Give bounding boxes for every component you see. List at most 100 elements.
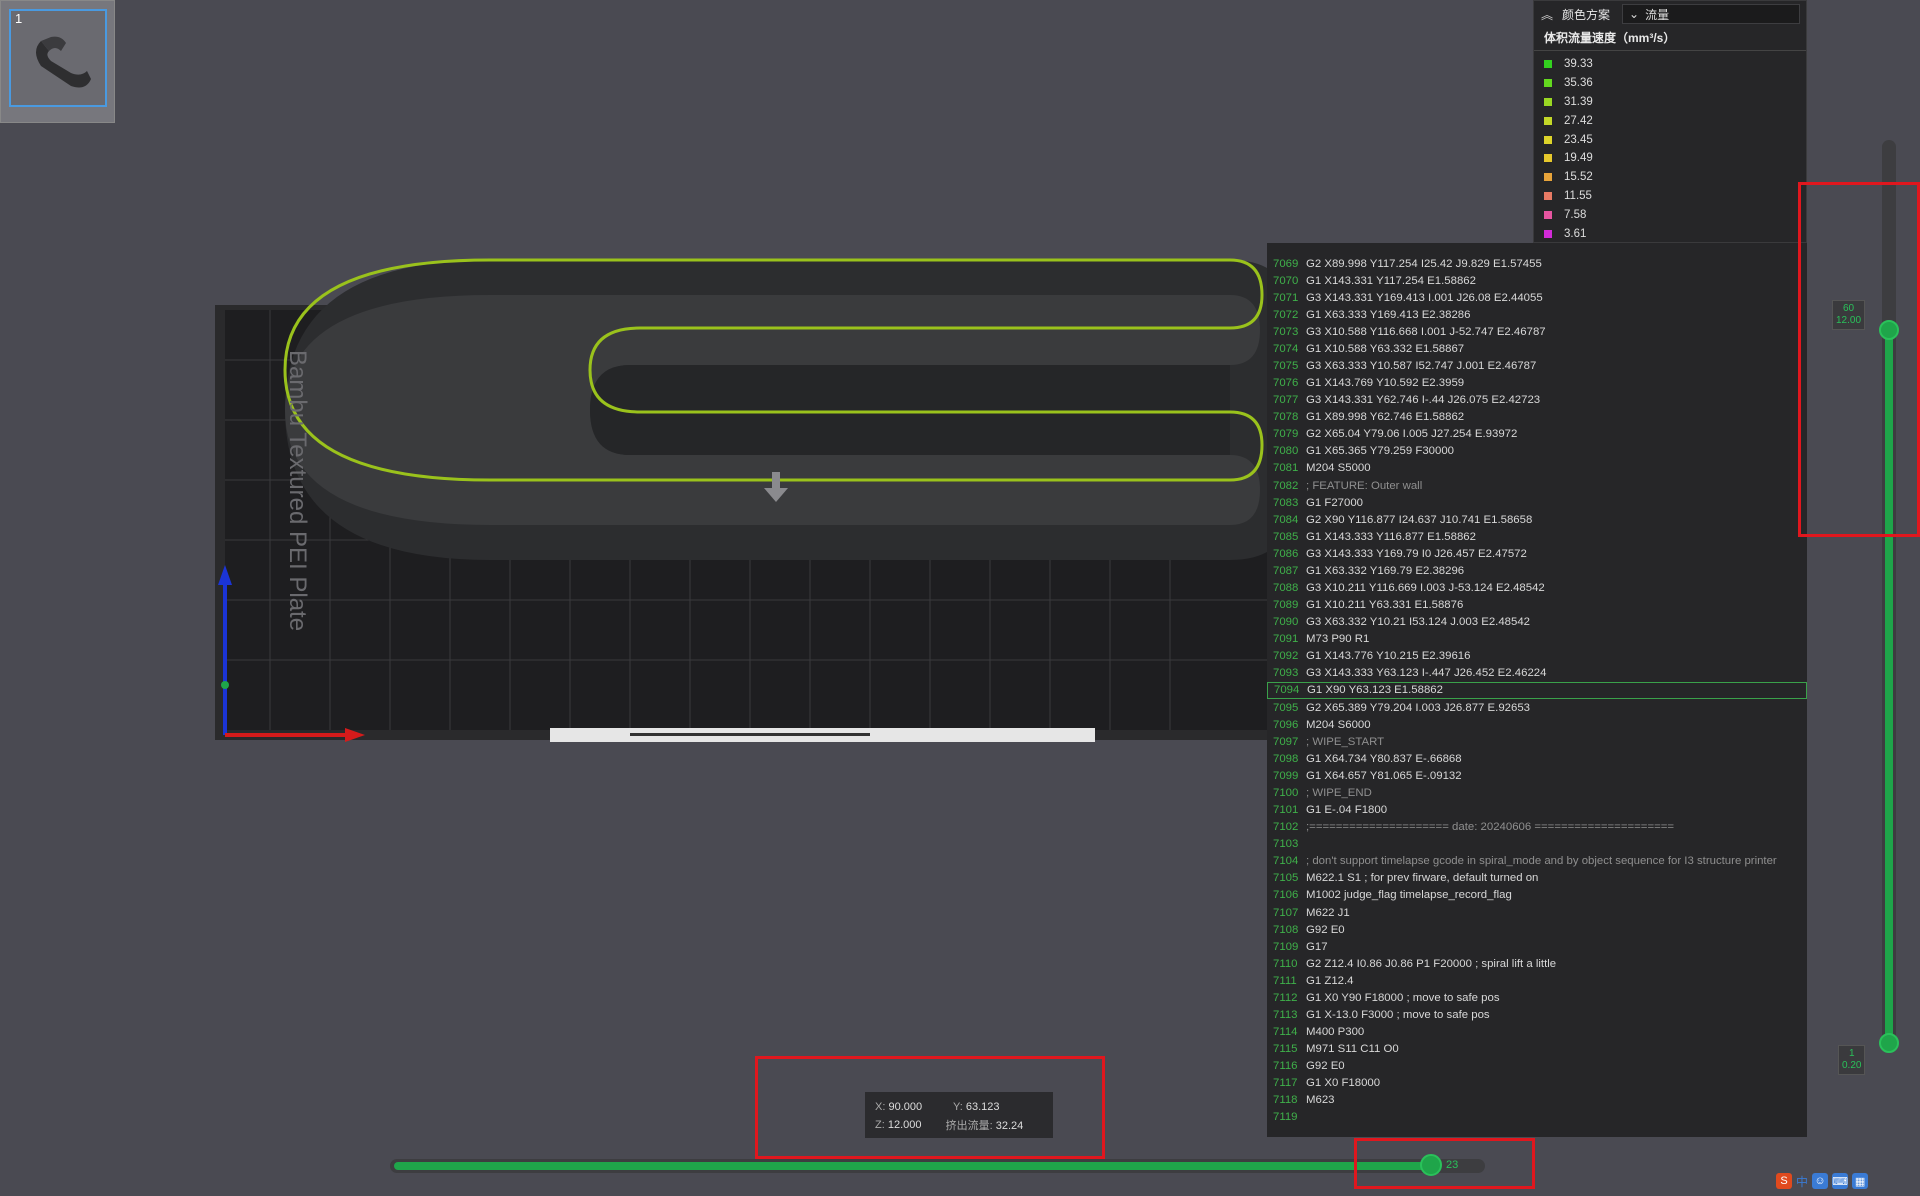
gcode-line[interactable]: 7112 G1 X0 Y90 F18000 ; move to safe pos xyxy=(1267,989,1807,1006)
emoji-icon[interactable]: ☺ xyxy=(1812,1173,1829,1189)
gcode-line-current[interactable]: 7094 G1 X90 Y63.123 E1.58862 xyxy=(1267,681,1807,700)
gcode-line[interactable]: 7085 G1 X143.333 Y116.877 E1.58862 xyxy=(1267,528,1807,545)
gcode-line[interactable]: 7102 ;===================== date: 2024060… xyxy=(1267,819,1807,836)
gcode-line[interactable]: 7114 M400 P300 xyxy=(1267,1024,1807,1041)
gcode-line-number: 7098 xyxy=(1273,752,1299,765)
gcode-line[interactable]: 7089 G1 X10.211 Y63.331 E1.58876 xyxy=(1267,597,1807,614)
gcode-viewer[interactable]: 7069 G2 X89.998 Y117.254 I25.42 J9.829 E1… xyxy=(1267,243,1807,1137)
ime-logo-icon[interactable]: S xyxy=(1776,1173,1792,1189)
gcode-line[interactable]: 7091 M73 P90 R1 xyxy=(1267,631,1807,648)
grid-icon[interactable]: ▦ xyxy=(1852,1173,1869,1189)
gcode-line[interactable]: 7075 G3 X63.333 Y10.587 I52.747 J.001 E2.… xyxy=(1267,357,1807,374)
gcode-line[interactable]: 7074 G1 X10.588 Y63.332 E1.58867 xyxy=(1267,340,1807,357)
gcode-line[interactable]: 7105 M622.1 S1 ; for prev firware, defaul… xyxy=(1267,870,1807,887)
gcode-line[interactable]: 7093 G3 X143.333 Y63.123 I-.447 J26.452 E… xyxy=(1267,665,1807,682)
gcode-line[interactable]: 7103 xyxy=(1267,836,1807,853)
gcode-line[interactable]: 7072 G1 X63.333 Y169.413 E2.38286 xyxy=(1267,306,1807,323)
gcode-line[interactable]: 7076 G1 X143.769 Y10.592 E2.3959 xyxy=(1267,375,1807,392)
gcode-line[interactable]: 7092 G1 X143.776 Y10.215 E2.39616 xyxy=(1267,648,1807,665)
gcode-line[interactable]: 7095 G2 X65.389 Y79.204 I.003 J26.877 E.9… xyxy=(1267,699,1807,716)
collapse-chevron-icon[interactable]: ︽ xyxy=(1540,6,1554,23)
gcode-line[interactable]: 7116 G92 E0 xyxy=(1267,1058,1807,1075)
gcode-line-text: G1 X65.365 Y79.259 F30000 xyxy=(1306,445,1454,458)
gcode-line[interactable]: 7071 G3 X143.331 Y169.413 I.001 J26.08 E2… xyxy=(1267,289,1807,306)
gcode-line-text: M623 xyxy=(1306,1094,1335,1107)
gcode-line[interactable]: 7078 G1 X89.998 Y62.746 E1.58862 xyxy=(1267,409,1807,426)
gcode-line[interactable]: 7081 M204 S5000 xyxy=(1267,460,1807,477)
gcode-line-number: 7084 xyxy=(1273,513,1299,526)
legend-swatch xyxy=(1544,173,1552,182)
gcode-line[interactable]: 7106 M1002 judge_flag timelapse_record_fl… xyxy=(1267,887,1807,904)
gcode-line[interactable]: 7115 M971 S11 C11 O0 xyxy=(1267,1041,1807,1058)
legend-value: 15.52 xyxy=(1564,171,1593,184)
gcode-line-number: 7083 xyxy=(1273,496,1299,509)
gcode-line-text: G1 X10.588 Y63.332 E1.58867 xyxy=(1306,342,1465,355)
gcode-line[interactable]: 7096 M204 S6000 xyxy=(1267,716,1807,733)
gcode-line[interactable]: 7118 M623 xyxy=(1267,1092,1807,1109)
gcode-line[interactable]: 7084 G2 X90 Y116.877 I24.637 J10.741 E1.5… xyxy=(1267,511,1807,528)
gcode-line-text: G92 E0 xyxy=(1306,1060,1345,1073)
color-scheme-select[interactable]: ⌄ 流量 xyxy=(1622,4,1800,24)
legend-item: 39.33 xyxy=(1544,55,1796,74)
gcode-line[interactable]: 7117 G1 X0 F18000 xyxy=(1267,1075,1807,1092)
legend-swatch xyxy=(1544,135,1552,144)
keyboard-icon[interactable]: ⌨ xyxy=(1832,1173,1849,1189)
chevron-down-icon: ⌄ xyxy=(1629,7,1640,21)
legend-panel: ︽ 颜色方案 ⌄ 流量 体积流量速度（mm³/s） 39.33 35.36 31.3… xyxy=(1533,0,1807,243)
gcode-line[interactable]: 7069 G2 X89.998 Y117.254 I25.42 J9.829 E1… xyxy=(1267,255,1807,272)
gcode-line-text: G1 X143.776 Y10.215 E2.39616 xyxy=(1306,650,1471,663)
gcode-line-text: M400 P300 xyxy=(1306,1026,1365,1039)
gcode-line-text: G3 X63.333 Y10.587 I52.747 J.001 E2.4678… xyxy=(1306,360,1537,372)
gcode-line[interactable]: 7108 G92 E0 xyxy=(1267,921,1807,938)
layer-slider-bottom-thumb[interactable] xyxy=(1879,1033,1899,1053)
gcode-line-text: G3 X143.331 Y169.413 I.001 J26.08 E2.440… xyxy=(1306,291,1543,304)
gcode-line[interactable]: 7073 G3 X10.588 Y116.668 I.001 J-52.747 E… xyxy=(1267,323,1807,340)
gcode-line[interactable]: 7119 xyxy=(1267,1109,1807,1126)
gcode-line[interactable]: 7101 G1 E-.04 F1800 xyxy=(1267,802,1807,819)
gcode-line[interactable]: 7097 ; WIPE_START xyxy=(1267,733,1807,750)
gcode-line-number: 7069 xyxy=(1273,257,1299,270)
gcode-line-number: 7112 xyxy=(1273,991,1298,1004)
gcode-line[interactable]: 7080 G1 X65.365 Y79.259 F30000 xyxy=(1267,443,1807,460)
layer-bottom-label: 1 0.20 xyxy=(1838,1045,1866,1075)
gcode-line[interactable]: 7099 G1 X64.657 Y81.065 E-.09132 xyxy=(1267,767,1807,784)
3d-viewport[interactable]: Bambu Textured PEI Plate xyxy=(210,240,1290,760)
gcode-line-text: M622.1 S1 ; for prev firware, default tu… xyxy=(1306,872,1539,885)
gcode-line[interactable]: 7086 G3 X143.333 Y169.79 I0 J26.457 E2.47… xyxy=(1267,545,1807,562)
gcode-line-number: 7077 xyxy=(1273,394,1299,407)
gcode-line[interactable]: 7090 G3 X63.332 Y10.21 I53.124 J.003 E2.4… xyxy=(1267,614,1807,631)
gcode-line-number: 7116 xyxy=(1273,1060,1298,1073)
gcode-line-text: ;===================== date: 20240606 ==… xyxy=(1306,821,1675,834)
gcode-line[interactable]: 7087 G1 X63.332 Y169.79 E2.38296 xyxy=(1267,562,1807,579)
gcode-line[interactable]: 7082 ; FEATURE: Outer wall xyxy=(1267,477,1807,494)
gcode-line-text: G1 X89.998 Y62.746 E1.58862 xyxy=(1306,411,1465,424)
legend-value: 3.61 xyxy=(1564,227,1587,240)
gcode-line[interactable]: 7104 ; don't support timelapse gcode in s… xyxy=(1267,853,1807,870)
gcode-line[interactable]: 7088 G3 X10.211 Y116.669 I.003 J-53.124 E… xyxy=(1267,579,1807,596)
gcode-line-number: 7109 xyxy=(1273,940,1299,953)
gcode-line[interactable]: 7083 G1 F27000 xyxy=(1267,494,1807,511)
plate-thumbnail[interactable]: 1 xyxy=(0,0,115,123)
ime-mode[interactable]: 中 xyxy=(1796,1173,1808,1190)
gcode-line[interactable]: 7111 G1 Z12.4 xyxy=(1267,972,1807,989)
gcode-line[interactable]: 7070 G1 X143.331 Y117.254 E1.58862 xyxy=(1267,272,1807,289)
gcode-line-number: 7080 xyxy=(1273,445,1299,458)
gcode-line[interactable]: 7100 ; WIPE_END xyxy=(1267,784,1807,801)
gcode-line[interactable]: 7079 G2 X65.04 Y79.06 I.005 J27.254 E.939… xyxy=(1267,426,1807,443)
legend-swatch xyxy=(1544,191,1552,200)
gcode-line-number: 7117 xyxy=(1273,1077,1298,1090)
gcode-line[interactable]: 7110 G2 Z12.4 I0.86 J0.86 P1 F20000 ; spi… xyxy=(1267,955,1807,972)
plate-preview[interactable] xyxy=(9,9,107,107)
gcode-line-number: 7101 xyxy=(1273,804,1299,817)
gcode-line-text: ; WIPE_START xyxy=(1306,735,1385,748)
gcode-line[interactable]: 7107 M622 J1 xyxy=(1267,904,1807,921)
gcode-line[interactable]: 7113 G1 X-13.0 F3000 ; move to safe pos xyxy=(1267,1006,1807,1023)
legend-item: 31.39 xyxy=(1544,93,1796,112)
gcode-line-number: 7108 xyxy=(1273,923,1299,936)
gcode-line[interactable]: 7077 G3 X143.331 Y62.746 I-.44 J26.075 E2… xyxy=(1267,392,1807,409)
gcode-line[interactable]: 7098 G1 X64.734 Y80.837 E-.66868 xyxy=(1267,750,1807,767)
gcode-line-number: 7114 xyxy=(1273,1026,1298,1039)
legend-value: 31.39 xyxy=(1564,95,1593,108)
gcode-line-number: 7113 xyxy=(1273,1008,1298,1021)
gcode-line[interactable]: 7109 G17 xyxy=(1267,938,1807,955)
